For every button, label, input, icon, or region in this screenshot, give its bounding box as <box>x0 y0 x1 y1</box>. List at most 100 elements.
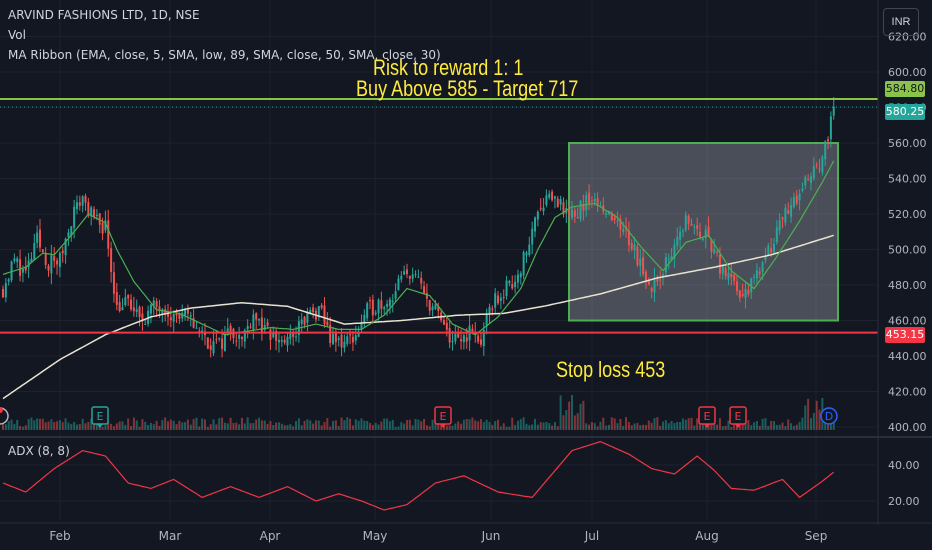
volume-bar <box>812 412 815 430</box>
candle-body <box>516 274 519 283</box>
candle-body <box>736 281 739 292</box>
volume-bar <box>386 418 389 430</box>
volume-bar <box>138 426 141 430</box>
volume-bar <box>460 423 463 430</box>
volume-bar <box>650 422 653 430</box>
candle-body <box>556 198 559 208</box>
volume-bar <box>326 418 329 430</box>
volume-bar <box>175 424 178 430</box>
volume-bar <box>801 417 804 430</box>
volume-bar <box>124 424 127 430</box>
month-label: Feb <box>49 529 70 543</box>
candle-body <box>135 309 138 313</box>
volume-bar <box>297 418 300 430</box>
volume-bar <box>78 423 81 430</box>
volume-bar <box>522 417 525 430</box>
candle-body <box>2 288 4 298</box>
candle-body <box>747 289 750 295</box>
candle-body <box>175 314 178 316</box>
volume-bar <box>807 398 810 430</box>
candle-body <box>4 283 7 298</box>
candle-body <box>681 230 684 232</box>
volume-bar <box>681 418 684 430</box>
candle-body <box>639 258 642 267</box>
candle-body <box>548 193 551 198</box>
volume-bar <box>383 418 386 430</box>
candle-body <box>539 208 542 210</box>
volume-bar <box>115 423 118 430</box>
candle-body <box>778 220 781 231</box>
volume-bar <box>280 423 283 430</box>
candle-body <box>56 260 59 265</box>
volume-bar <box>93 423 96 430</box>
volume-bar <box>602 417 605 430</box>
candle-body <box>818 168 821 170</box>
candle-body <box>494 293 497 308</box>
volume-bar <box>255 419 258 430</box>
candle-body <box>38 229 41 248</box>
volume-bar <box>33 420 36 430</box>
volume-bar <box>84 423 87 430</box>
candle-body <box>258 319 261 321</box>
volume-bar <box>24 425 27 430</box>
volume-bar <box>300 425 303 430</box>
candle-body <box>101 222 104 234</box>
candle-body <box>699 231 702 237</box>
candle-body <box>801 188 804 192</box>
candle-body <box>121 307 124 311</box>
earnings-marker-label: E <box>440 410 447 423</box>
volume-bar <box>249 423 252 430</box>
candle-body <box>491 308 494 310</box>
candle-body <box>576 217 579 219</box>
volume-bar <box>599 421 602 430</box>
volume-bar <box>747 420 750 430</box>
volume-bar <box>750 425 753 430</box>
volume-bar <box>203 419 206 430</box>
volume-bar <box>445 425 448 430</box>
volume-bar <box>619 418 622 430</box>
volume-bar <box>64 418 67 430</box>
volume-bar <box>679 421 682 430</box>
volume-bar <box>21 426 24 430</box>
currency-button[interactable]: INR <box>883 8 919 36</box>
volume-bar <box>411 425 414 430</box>
candle-body <box>374 312 377 314</box>
volume-bar <box>121 421 124 430</box>
volume-bar <box>161 420 164 430</box>
volume-bar <box>781 422 784 430</box>
volume-bar <box>218 418 221 430</box>
candle-body <box>676 237 679 246</box>
price-tick-label: 520.00 <box>888 208 927 221</box>
volume-bar <box>30 417 33 430</box>
volume-bar <box>423 418 426 430</box>
volume-bar <box>528 425 531 430</box>
symbol-title: ARVIND FASHIONS LTD, 1D, NSE <box>8 8 200 22</box>
volume-bar <box>730 426 733 430</box>
dividend-marker-label: D <box>825 410 833 423</box>
candle-body <box>428 300 431 311</box>
month-label: Jun <box>481 529 501 543</box>
volume-bar <box>690 417 693 430</box>
volume-bar <box>337 426 340 430</box>
volume-bar <box>75 424 78 430</box>
candle-body <box>73 206 76 228</box>
earnings-marker-label: E <box>735 410 742 423</box>
candle-body <box>590 200 593 202</box>
stop-price-tag: 453.15 <box>885 327 925 343</box>
volume-bar <box>70 424 73 430</box>
volume-bar <box>246 417 249 430</box>
candle-body <box>286 336 289 346</box>
candle-body <box>553 196 556 199</box>
candle-body <box>431 306 434 311</box>
volume-bar <box>798 421 801 430</box>
candle-body <box>616 220 619 222</box>
candle-body <box>528 244 531 256</box>
candle-body <box>206 337 209 349</box>
buy-target-annotation: Buy Above 585 - Target 717 <box>356 76 579 101</box>
volume-bar <box>471 417 474 430</box>
price-tick-label: 560.00 <box>888 137 927 150</box>
volume-bar <box>809 418 812 430</box>
volume-bar <box>127 418 130 430</box>
volume-bar <box>189 424 192 430</box>
candle-body <box>169 317 172 321</box>
